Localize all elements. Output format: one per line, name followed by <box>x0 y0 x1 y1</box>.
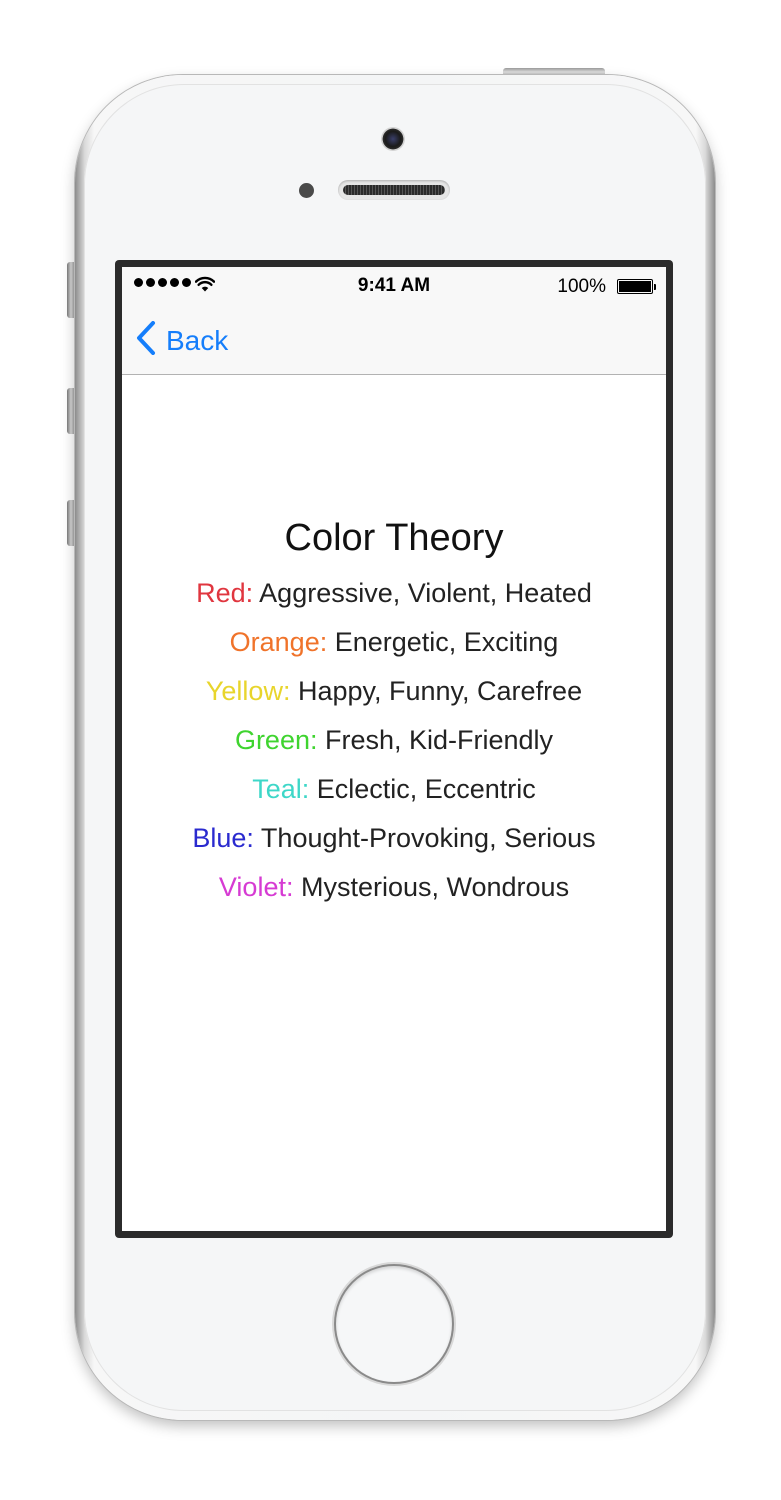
color-description: Happy, Funny, Carefree <box>290 676 583 706</box>
color-name-label: Violet: <box>218 872 294 902</box>
color-name-label: Teal: <box>252 774 310 804</box>
device-mockup: 9:41 AM 100% Back Color Theory Red: Aggr… <box>0 0 781 1500</box>
color-description: Eclectic, Eccentric <box>309 774 536 804</box>
back-button[interactable]: Back <box>136 321 228 360</box>
list-item: Yellow: Happy, Funny, Carefree <box>122 676 666 725</box>
color-description: Fresh, Kid-Friendly <box>317 725 554 755</box>
color-name-label: Orange: <box>229 627 328 657</box>
color-description: Mysterious, Wondrous <box>293 872 570 902</box>
list-item: Green: Fresh, Kid-Friendly <box>122 725 666 774</box>
color-description: Aggressive, Violent, Heated <box>253 578 592 608</box>
status-bar: 9:41 AM 100% <box>122 267 666 307</box>
volume-up-button <box>67 388 75 434</box>
color-description: Thought-Provoking, Serious <box>253 823 596 853</box>
color-name-label: Blue: <box>192 823 254 853</box>
home-button[interactable] <box>336 1266 452 1382</box>
proximity-sensor <box>299 183 314 198</box>
screen-bezel: 9:41 AM 100% Back Color Theory Red: Aggr… <box>115 260 673 1238</box>
color-name-label: Yellow: <box>205 676 291 706</box>
list-item: Orange: Energetic, Exciting <box>122 627 666 676</box>
battery-icon <box>617 279 653 294</box>
content-area: Color Theory Red: Aggressive, Violent, H… <box>122 375 666 1231</box>
color-meaning-list: Red: Aggressive, Violent, Heated Orange: … <box>122 578 666 921</box>
battery-percentage: 100% <box>557 276 606 297</box>
page-title: Color Theory <box>284 517 504 559</box>
front-camera <box>381 127 405 151</box>
list-item: Teal: Eclectic, Eccentric <box>122 774 666 823</box>
chevron-left-icon <box>136 321 156 360</box>
earpiece-speaker <box>338 180 450 200</box>
list-item: Violet: Mysterious, Wondrous <box>122 872 666 921</box>
color-name-label: Red: <box>196 578 254 608</box>
volume-down-button <box>67 500 75 546</box>
color-name-label: Green: <box>234 725 318 755</box>
app-screen: 9:41 AM 100% Back Color Theory Red: Aggr… <box>122 267 666 1231</box>
color-description: Energetic, Exciting <box>327 627 559 657</box>
battery-cap-icon <box>654 284 656 290</box>
list-item: Red: Aggressive, Violent, Heated <box>122 578 666 627</box>
mute-switch <box>67 262 75 318</box>
back-label: Back <box>166 324 229 356</box>
list-item: Blue: Thought-Provoking, Serious <box>122 823 666 872</box>
navigation-bar: Back <box>122 307 666 375</box>
